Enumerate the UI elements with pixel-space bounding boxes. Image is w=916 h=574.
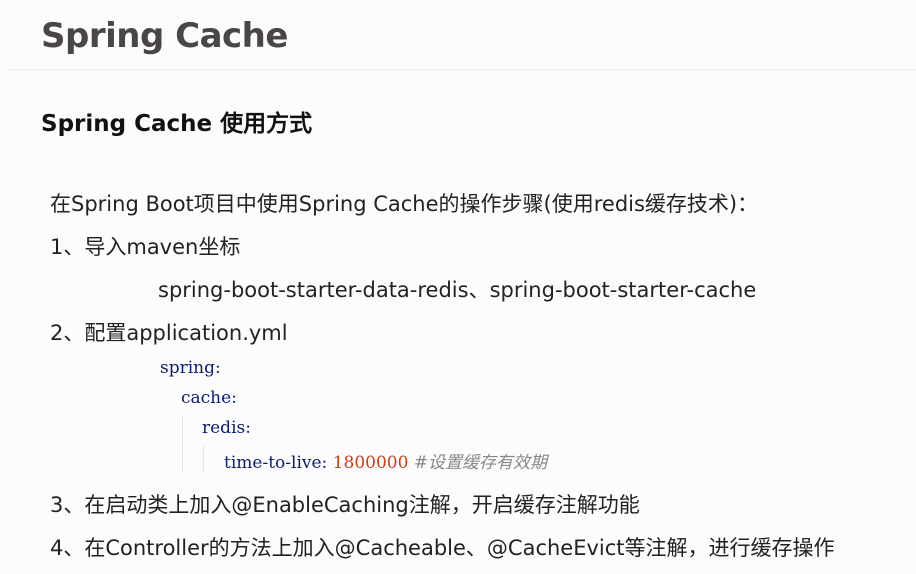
yaml-line: cache:: [181, 388, 237, 408]
section-heading: Spring Cache 使用方式: [41, 111, 313, 137]
divider: [8, 69, 916, 70]
indent-guide: [182, 415, 183, 473]
yaml-comment: #设置缓存有效期: [413, 453, 548, 473]
indent-guide: [203, 445, 204, 473]
yaml-line: time-to-live: 1800000 #设置缓存有效期: [224, 448, 547, 473]
intro-text: 在Spring Boot项目中使用Spring Cache的操作步骤(使用red…: [50, 192, 759, 216]
step-2: 2、配置application.yml: [50, 321, 288, 345]
maven-deps: spring-boot-starter-data-redis、spring-bo…: [158, 278, 757, 302]
yaml-key: time-to-live:: [224, 453, 328, 473]
yaml-value: 1800000: [332, 453, 409, 473]
yaml-line: redis:: [202, 418, 251, 438]
yaml-line: spring:: [160, 358, 221, 378]
step-4: 4、在Controller的方法上加入@Cacheable、@CacheEvic…: [50, 536, 835, 560]
page-title: Spring Cache: [41, 16, 288, 56]
step-1: 1、导入maven坐标: [50, 235, 241, 259]
step-3: 3、在启动类上加入@EnableCaching注解，开启缓存注解功能: [50, 493, 640, 517]
